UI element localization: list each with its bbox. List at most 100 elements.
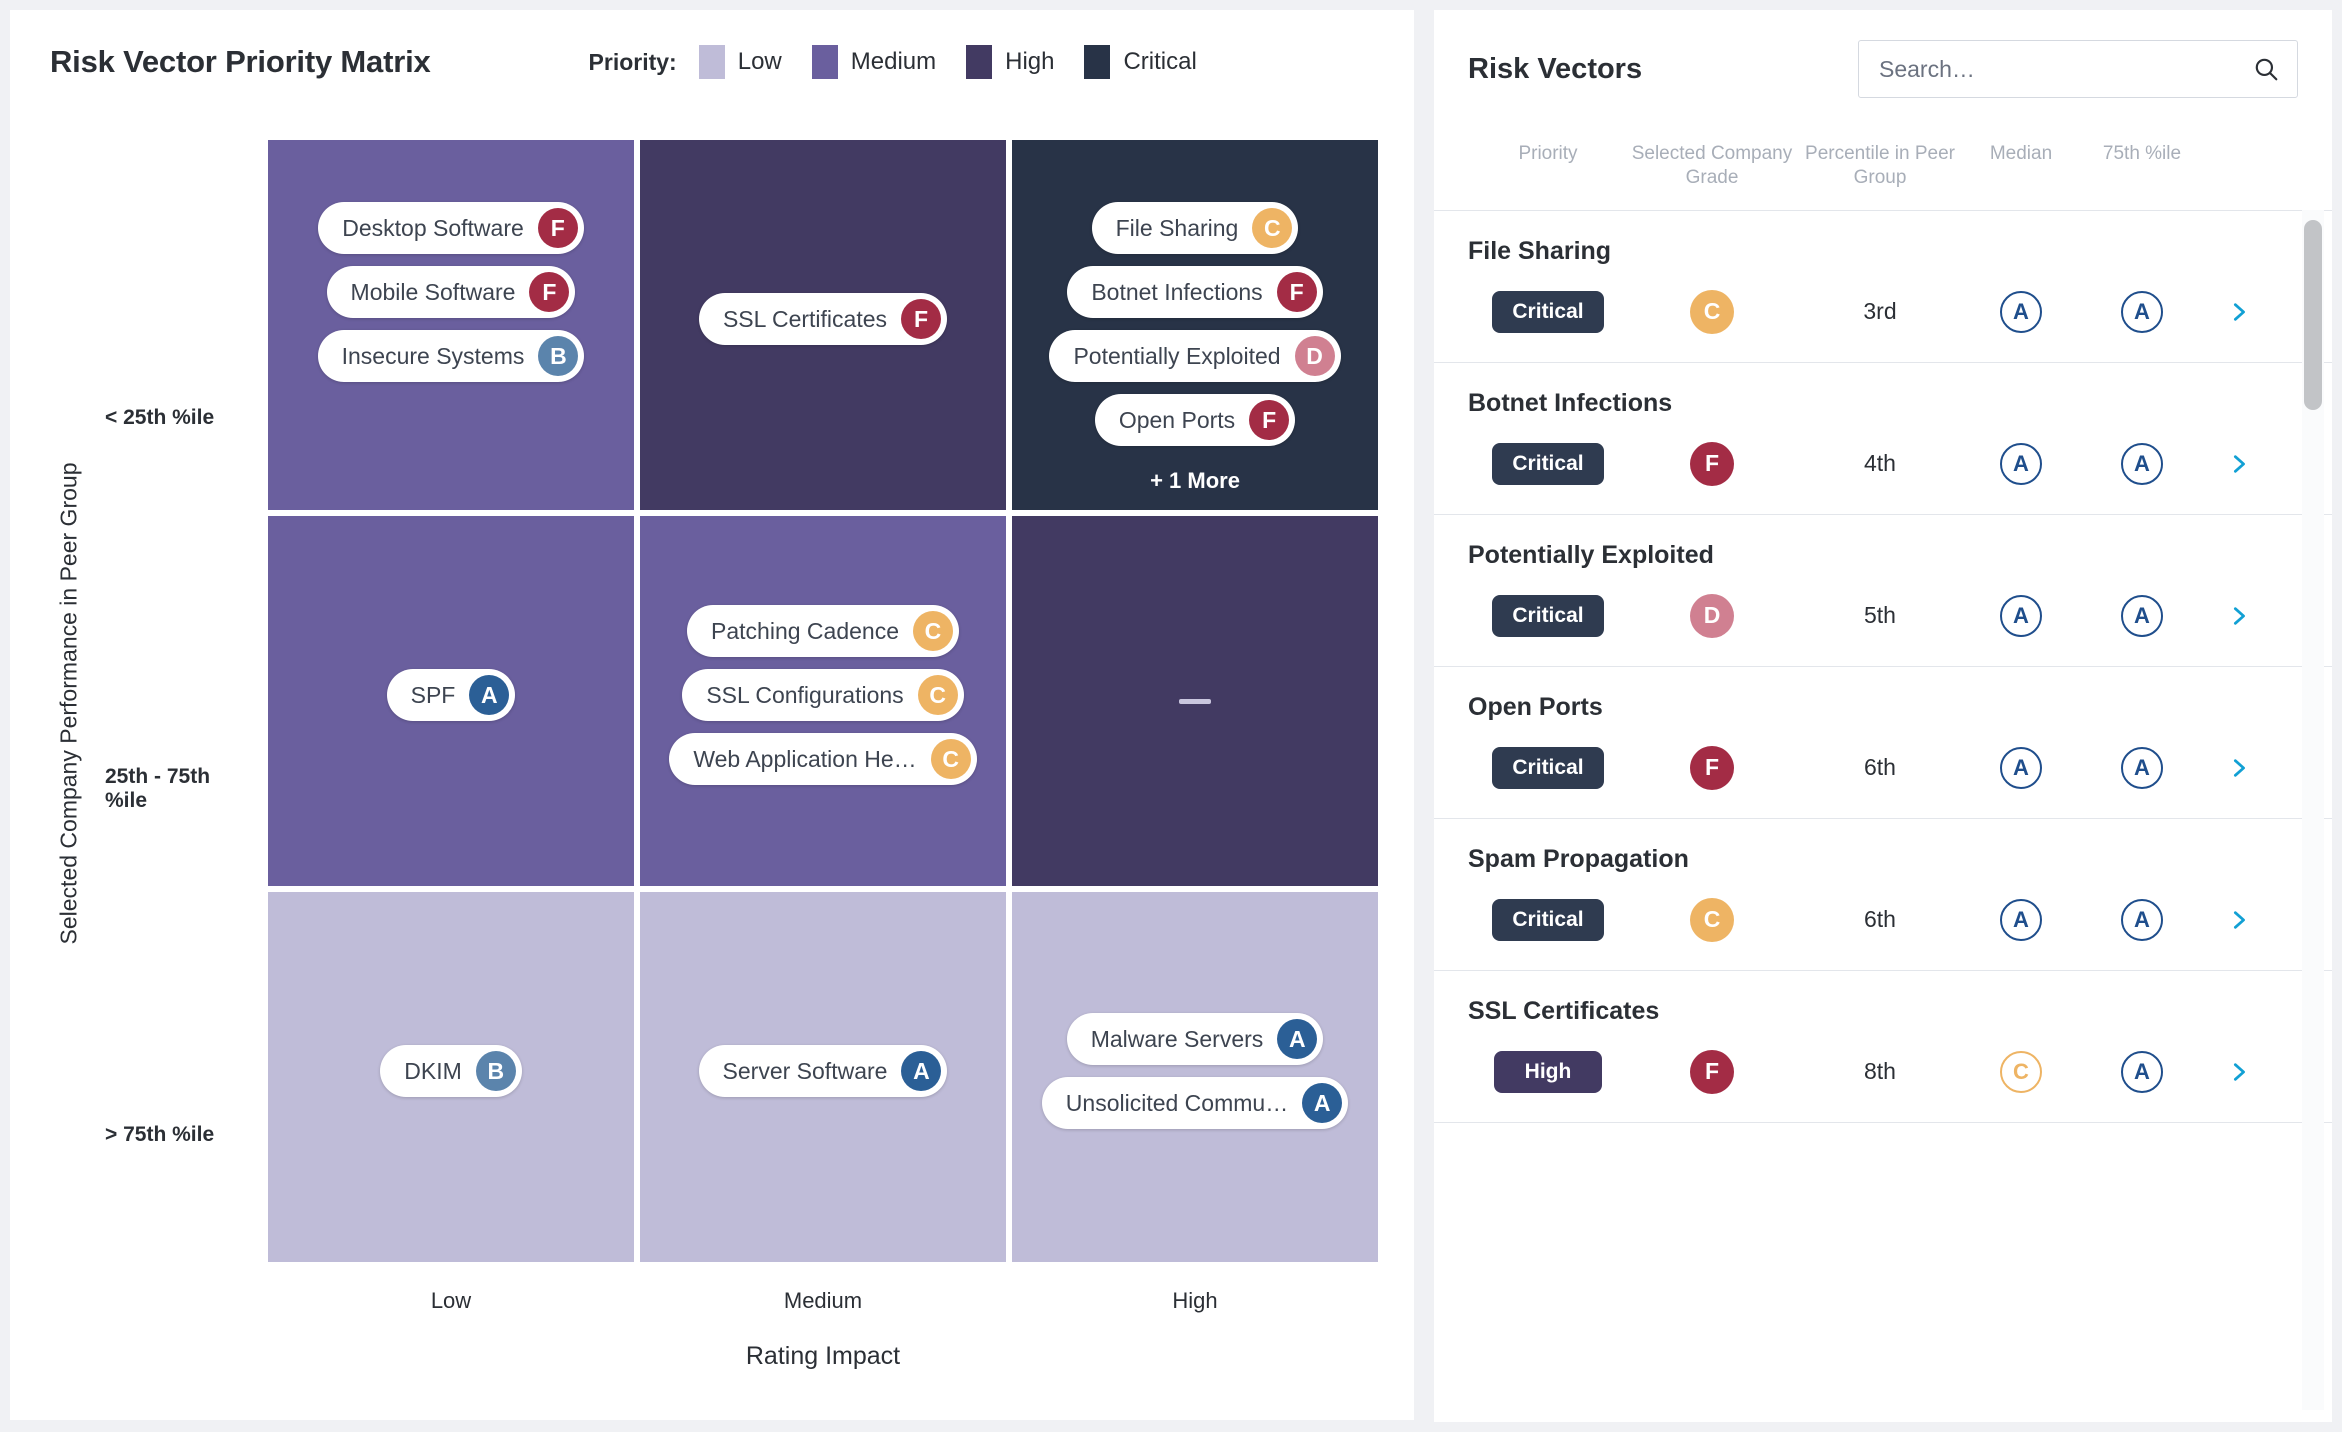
table-row[interactable]: Open PortsCriticalF6thAA [1434, 667, 2332, 819]
risk-vector-pill-label: SSL Configurations [706, 682, 903, 709]
row-detail-link[interactable] [2206, 601, 2272, 631]
p75-grade-ring: A [2121, 443, 2163, 485]
risk-vector-pill[interactable]: Insecure SystemsB [318, 330, 585, 382]
percentile-value: 6th [1864, 754, 1896, 781]
table-row[interactable]: SSL CertificatesHighF8thCA [1434, 971, 2332, 1123]
legend-swatch-medium [812, 45, 838, 79]
matrix-grid: Desktop SoftwareF Mobile SoftwareF Insecur… [268, 140, 1378, 1270]
grade-badge: F [529, 272, 569, 312]
y-tick-label-1: 25th - 75th %ile [105, 765, 253, 813]
grade-badge: A [469, 675, 509, 715]
search-box[interactable] [1858, 40, 2298, 98]
risk-vector-pill-label: Unsolicited Commu… [1066, 1090, 1288, 1117]
risk-vectors-list: File SharingCriticalC3rdAABotnet Infecti… [1434, 211, 2332, 1423]
status-badge: Critical [1492, 747, 1603, 789]
matrix-cell[interactable]: DKIMB [268, 892, 634, 1262]
risk-vector-pill[interactable]: Mobile SoftwareF [327, 266, 576, 318]
chevron-right-icon[interactable] [2228, 449, 2250, 479]
risk-vector-pill[interactable]: Patching CadenceC [687, 605, 959, 657]
risk-vector-pill-label: Potentially Exploited [1073, 343, 1280, 370]
median-grade-ring: A [2000, 747, 2042, 789]
matrix-cell[interactable]: Patching CadenceCSSL ConfigurationsCWeb … [640, 516, 1006, 886]
table-row[interactable]: Potentially ExploitedCriticalD5thAA [1434, 515, 2332, 667]
matrix-cell[interactable] [1012, 516, 1378, 886]
column-header-median: Median [1964, 142, 2078, 166]
chevron-right-icon[interactable] [2228, 905, 2250, 935]
legend-label-high: High [1005, 48, 1054, 76]
row-detail-link[interactable] [2206, 905, 2272, 935]
matrix-cell[interactable]: Desktop SoftwareF Mobile SoftwareF Insecur… [268, 140, 634, 510]
status-badge: Critical [1492, 595, 1603, 637]
search-icon[interactable] [2253, 56, 2279, 82]
chevron-right-icon[interactable] [2228, 297, 2250, 327]
empty-cell-dash [1179, 699, 1211, 704]
risk-vector-pill[interactable]: Web Application He…C [669, 733, 976, 785]
risk-vector-pill[interactable]: SSL ConfigurationsC [682, 669, 963, 721]
risk-vector-pill-label: SPF [411, 682, 456, 709]
percentile-value: 6th [1864, 906, 1896, 933]
column-header-grade: Selected Company Grade [1628, 142, 1796, 190]
chevron-right-icon[interactable] [2228, 1057, 2250, 1087]
risk-vector-name: File Sharing [1468, 237, 2298, 266]
risk-vector-pill[interactable]: File SharingC [1092, 202, 1299, 254]
risk-vector-pill[interactable]: Unsolicited Commu…A [1042, 1077, 1348, 1129]
row-detail-link[interactable] [2206, 297, 2272, 327]
status-badge: High [1494, 1051, 1602, 1093]
chevron-right-icon[interactable] [2228, 753, 2250, 783]
status-badge: Critical [1492, 899, 1603, 941]
p75-grade-ring: A [2121, 899, 2163, 941]
company-grade-badge: F [1690, 746, 1734, 790]
table-row[interactable]: Spam PropagationCriticalC6thAA [1434, 819, 2332, 971]
p75-grade-ring: A [2121, 747, 2163, 789]
risk-vector-pill-label: Patching Cadence [711, 618, 899, 645]
risk-vector-pill-label: Malware Servers [1091, 1026, 1264, 1053]
row-detail-link[interactable] [2206, 449, 2272, 479]
table-row[interactable]: File SharingCriticalC3rdAA [1434, 211, 2332, 363]
risk-vector-pill[interactable]: SSL CertificatesF [699, 293, 947, 345]
percentile-value: 5th [1864, 602, 1896, 629]
grade-badge: D [1295, 336, 1335, 376]
search-input[interactable] [1879, 56, 2253, 83]
risk-vector-pill[interactable]: Malware Servers A [1067, 1013, 1324, 1065]
column-header-percentile: Percentile in Peer Group [1796, 142, 1964, 190]
risk-vector-pill-label: Botnet Infections [1091, 279, 1262, 306]
legend-item-medium: Medium [812, 45, 936, 79]
chevron-right-icon[interactable] [2228, 601, 2250, 631]
table-row[interactable]: Botnet InfectionsCriticalF4thAA [1434, 363, 2332, 515]
matrix-plot-area: Selected Company Performance in Peer Gro… [10, 110, 1414, 1400]
matrix-cell[interactable]: Malware Servers A Unsolicited Commu…A [1012, 892, 1378, 1262]
grade-badge: F [538, 208, 578, 248]
risk-vector-pill[interactable]: DKIMB [380, 1045, 522, 1097]
risk-vector-pill[interactable]: Open PortsF [1095, 394, 1295, 446]
median-grade-ring: A [2000, 443, 2042, 485]
p75-grade-ring: A [2121, 595, 2163, 637]
matrix-cell[interactable]: Server SoftwareA [640, 892, 1006, 1262]
app-root: Risk Vector Priority Matrix Priority: Lo… [0, 0, 2342, 1432]
risk-vector-pill[interactable]: Desktop SoftwareF [318, 202, 584, 254]
grade-badge: F [901, 299, 941, 339]
more-items-label[interactable]: + 1 More [1150, 468, 1240, 494]
matrix-cell[interactable]: File SharingC Botnet InfectionsF Potential… [1012, 140, 1378, 510]
legend-swatch-critical [1084, 45, 1110, 79]
matrix-header: Risk Vector Priority Matrix Priority: Lo… [10, 10, 1414, 80]
legend-swatch-high [966, 45, 992, 79]
risk-vectors-panel: Risk Vectors Priority Selected Company G… [1434, 10, 2332, 1422]
grade-badge: A [901, 1051, 941, 1091]
risk-vector-pill[interactable]: Server SoftwareA [699, 1045, 948, 1097]
risk-vector-pill[interactable]: SPF A [387, 669, 516, 721]
panel-scrollbar-thumb[interactable] [2304, 220, 2322, 410]
risk-vector-pill[interactable]: Botnet InfectionsF [1067, 266, 1322, 318]
legend-title: Priority: [589, 49, 677, 76]
matrix-cell[interactable]: SPF A [268, 516, 634, 886]
company-grade-badge: C [1690, 898, 1734, 942]
row-detail-link[interactable] [2206, 753, 2272, 783]
page-title: Risk Vector Priority Matrix [50, 44, 431, 80]
grade-badge: C [931, 739, 971, 779]
risk-vector-pill[interactable]: Potentially Exploited D [1049, 330, 1340, 382]
row-detail-link[interactable] [2206, 1057, 2272, 1087]
legend-item-low: Low [699, 45, 782, 79]
column-header-priority: Priority [1468, 142, 1628, 166]
risk-vector-name: Potentially Exploited [1468, 541, 2298, 570]
matrix-cell[interactable]: SSL CertificatesF [640, 140, 1006, 510]
grade-badge: A [1277, 1019, 1317, 1059]
